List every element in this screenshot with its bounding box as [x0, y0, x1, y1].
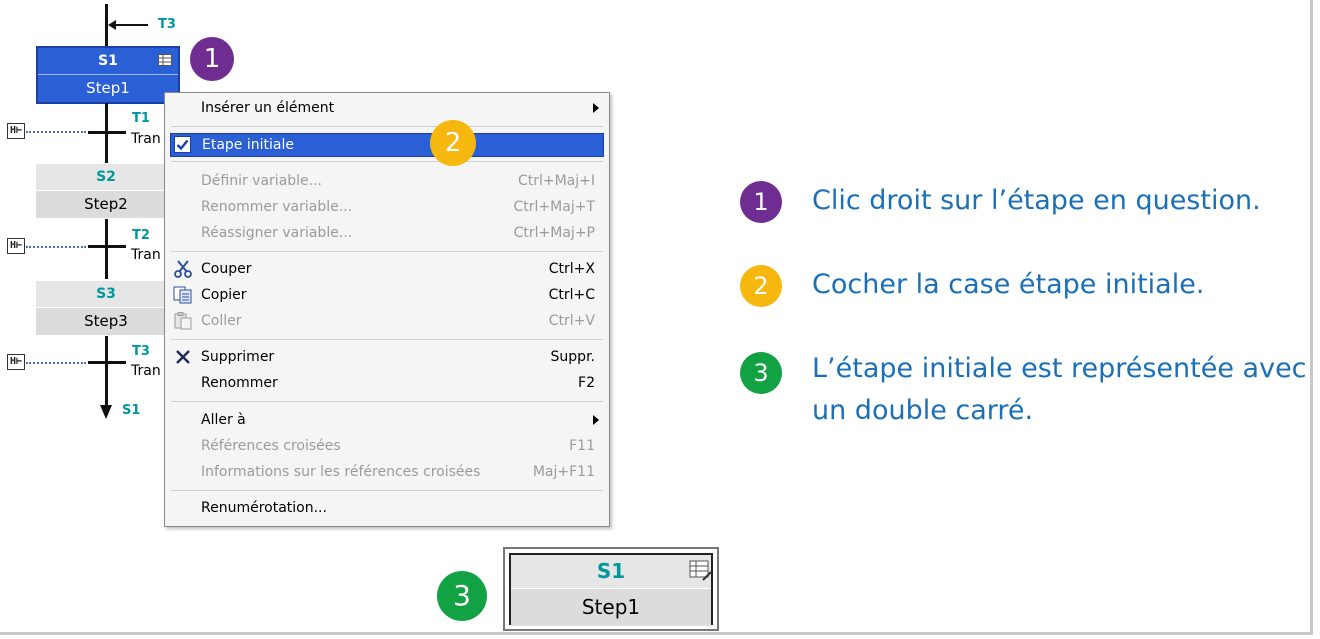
menu-item-shortcut: Ctrl+Maj+T	[513, 199, 595, 215]
transition-t3-name: Tran	[131, 363, 161, 379]
scissors-icon	[173, 260, 193, 278]
step-s3-id: S3	[36, 281, 176, 308]
badge-1: 1	[190, 37, 234, 81]
transition-t2-id: T2	[132, 228, 150, 243]
interlock-icon[interactable]: H⊢	[7, 354, 25, 370]
note-badge-3: 3	[740, 352, 782, 394]
menu-item-rename[interactable]: Renommer F2	[165, 370, 609, 396]
note-2-text: Cocher la case étape initiale.	[812, 269, 1205, 300]
menu-item-paste[interactable]: Coller Ctrl+V	[165, 308, 609, 334]
step-s3-name: Step3	[36, 308, 176, 335]
menu-item-shortcut: Suppr.	[550, 349, 595, 365]
context-menu: Insérer un élément Etape initiale Défini…	[164, 92, 610, 527]
checkbox-checked-icon[interactable]	[174, 136, 191, 153]
menu-item-label: Renumérotation...	[201, 500, 327, 516]
step-s1[interactable]: S1 Step1	[36, 46, 180, 104]
menu-item-label: Renommer	[201, 375, 278, 391]
step-s2-id: S2	[36, 164, 176, 191]
initial-step-double-square: S1 Step1	[503, 547, 719, 631]
menu-item-label: Réassigner variable...	[201, 225, 353, 241]
menu-item-insert-element[interactable]: Insérer un élément	[165, 95, 609, 121]
menu-item-label: Références croisées	[201, 438, 341, 454]
menu-item-shortcut: F2	[578, 375, 595, 391]
transition-t2-bar[interactable]	[88, 245, 126, 248]
step-s2[interactable]: S2 Step2	[36, 164, 176, 218]
transition-t1-bar[interactable]	[88, 131, 126, 134]
menu-item-label: Etape initiale	[202, 137, 294, 153]
interlock-connection	[26, 246, 86, 248]
menu-item-renumber[interactable]: Renumérotation...	[165, 495, 609, 521]
menu-separator	[171, 126, 603, 127]
menu-separator	[171, 401, 603, 402]
initial-step-id: S1	[511, 555, 711, 589]
menu-item-label: Couper	[201, 261, 252, 277]
step-s2-name: Step2	[36, 191, 176, 218]
paste-icon	[173, 312, 193, 330]
step-s3[interactable]: S3 Step3	[36, 281, 176, 335]
sfc-link-line	[105, 219, 108, 279]
top-jump-label: T3	[158, 17, 176, 32]
menu-separator	[171, 490, 603, 491]
menu-item-label: Informations sur les références croisées	[201, 464, 481, 480]
menu-item-rename-variable[interactable]: Renommer variable... Ctrl+Maj+T	[165, 194, 609, 220]
transition-t1-name: Tran	[131, 131, 161, 147]
submenu-arrow-icon	[593, 415, 599, 425]
menu-item-label: Copier	[201, 287, 247, 303]
menu-item-shortcut: Ctrl+Maj+I	[517, 173, 595, 189]
menu-separator	[171, 161, 603, 162]
note-3-line1: L’étape initiale est représentée avec	[812, 353, 1307, 384]
menu-item-copy[interactable]: Copier Ctrl+C	[165, 282, 609, 308]
menu-item-label: Insérer un élément	[201, 100, 335, 116]
initial-step-name: Step1	[511, 589, 711, 626]
sfc-link-line	[105, 336, 108, 406]
badge-2: 2	[430, 120, 476, 166]
transition-t1-id: T1	[132, 111, 150, 126]
jump-arrow-head-icon	[108, 20, 116, 30]
delete-x-icon	[173, 348, 193, 366]
menu-item-shortcut: Ctrl+Maj+P	[513, 225, 595, 241]
menu-item-define-variable[interactable]: Définir variable... Ctrl+Maj+I	[165, 168, 609, 194]
menu-item-label: Définir variable...	[201, 173, 323, 189]
menu-separator	[171, 251, 603, 252]
note-badge-1: 1	[740, 181, 782, 223]
menu-item-label: Renommer variable...	[201, 199, 353, 215]
note-badge-2: 2	[740, 265, 782, 307]
interlock-icon[interactable]: H⊢	[7, 123, 25, 139]
menu-item-shortcut: Ctrl+V	[548, 313, 595, 329]
interlock-icon[interactable]: H⊢	[7, 238, 25, 254]
jump-arrow-down-icon	[100, 405, 112, 419]
menu-item-label: Supprimer	[201, 349, 275, 365]
menu-item-shortcut: Ctrl+X	[548, 261, 595, 277]
menu-item-label: Aller à	[201, 412, 246, 428]
submenu-arrow-icon	[593, 103, 599, 113]
transition-t3-bar[interactable]	[88, 361, 126, 364]
menu-item-reassign-variable[interactable]: Réassigner variable... Ctrl+Maj+P	[165, 220, 609, 246]
menu-item-shortcut: F11	[569, 438, 595, 454]
menu-item-cross-references[interactable]: Références croisées F11	[165, 433, 609, 459]
bottom-jump-label: S1	[122, 403, 141, 418]
step-s1-id: S1	[38, 48, 178, 74]
menu-item-cross-reference-info[interactable]: Informations sur les références croisées…	[165, 459, 609, 485]
menu-item-cut[interactable]: Couper Ctrl+X	[165, 256, 609, 282]
menu-item-initial-step[interactable]: Etape initiale	[170, 133, 604, 157]
interlock-connection	[26, 131, 86, 133]
badge-3: 3	[437, 571, 487, 621]
menu-separator	[171, 339, 603, 340]
initial-step-inner-border: S1 Step1	[509, 553, 713, 626]
step-s1-name: Step1	[38, 74, 178, 102]
menu-item-shortcut: Maj+F11	[532, 464, 595, 480]
transition-t3-id: T3	[132, 344, 150, 359]
copy-icon	[173, 286, 193, 304]
transition-t2-name: Tran	[131, 247, 161, 263]
menu-item-shortcut: Ctrl+C	[548, 287, 595, 303]
note-1-text: Clic droit sur l’étape en question.	[812, 185, 1261, 216]
menu-item-go-to[interactable]: Aller à	[165, 407, 609, 433]
step-table-icon[interactable]	[158, 54, 172, 66]
note-3-line2: un double carré.	[812, 395, 1034, 426]
interlock-connection	[26, 362, 86, 364]
step-table-icon	[689, 560, 712, 581]
menu-item-label: Coller	[201, 313, 242, 329]
menu-item-delete[interactable]: Supprimer Suppr.	[165, 344, 609, 370]
